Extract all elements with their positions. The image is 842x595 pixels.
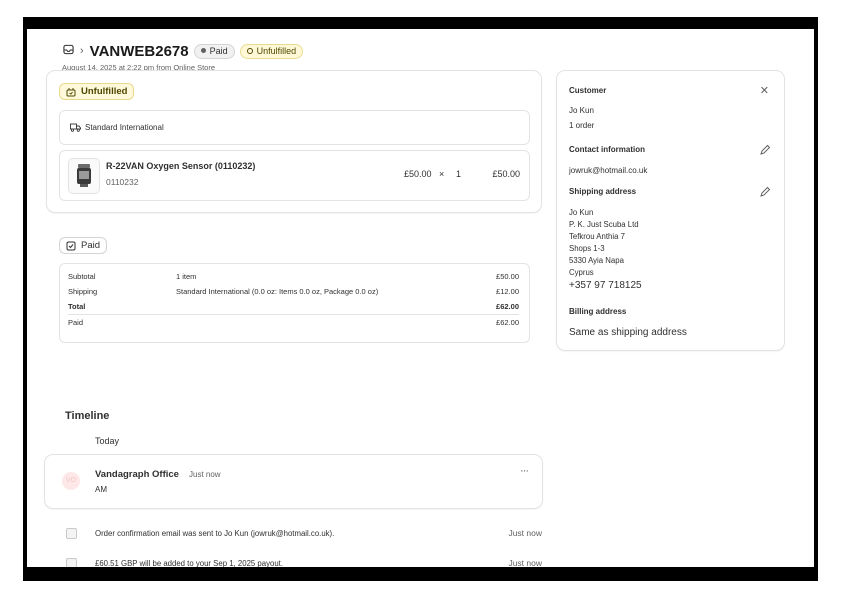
customer-title: Customer — [569, 86, 607, 95]
orders-icon[interactable] — [63, 42, 74, 60]
divider — [68, 314, 519, 315]
timeline-event: Order confirmation email was sent to Jo … — [27, 526, 547, 540]
receipt-check-icon — [66, 241, 76, 250]
payment-row-label: Paid — [68, 318, 84, 327]
payment-row-label: Shipping — [68, 287, 98, 296]
fulfillment-status-badge: Unfulfilled — [239, 43, 304, 59]
oxygen-sensor-image — [77, 164, 91, 187]
status-ring-icon — [246, 47, 253, 54]
line-item-box: R-22VAN Oxygen Sensor (0110232) 0110232 … — [59, 150, 530, 201]
event-marker-icon — [66, 558, 77, 567]
address-line: Shops 1-3 — [569, 244, 605, 253]
comment-author: Vandagraph Office — [95, 469, 179, 480]
customer-phone: +357 97 718125 — [569, 280, 642, 291]
customer-email-link[interactable]: jowruk@hotmail.co.uk — [569, 166, 647, 175]
event-text: Order confirmation email was sent to Jo … — [95, 529, 335, 538]
address-line: Jo Kun — [569, 208, 594, 217]
avatar: VO — [62, 472, 80, 490]
payment-row-amount: £50.00 — [496, 272, 519, 281]
customer-card: Customer ✕ Jo Kun 1 order Contact inform… — [557, 71, 784, 350]
shipping-address-title: Shipping address — [569, 187, 637, 196]
contact-info-title: Contact information — [569, 145, 645, 154]
billing-address-title: Billing address — [569, 307, 627, 316]
payment-row-label: Subtotal — [68, 272, 96, 281]
payment-row: Subtotal 1 item £50.00 — [68, 272, 519, 284]
payment-row-amount: £62.00 — [496, 318, 519, 327]
close-icon[interactable]: ✕ — [760, 84, 769, 97]
payment-row-label: Total — [68, 302, 86, 311]
unfulfilled-badge: Unfulfilled — [59, 83, 135, 100]
payment-status-badge: Paid — [193, 43, 235, 59]
timeline-day-label: Today — [95, 436, 120, 446]
screenshot-frame: › VANWEB2678 Paid Unfulfilled August 14,… — [23, 17, 818, 581]
comment-time: Just now — [189, 470, 221, 479]
payment-card: Paid Subtotal 1 item £50.00 Shipping Sta… — [47, 226, 541, 368]
timeline-comment-card: VO Vandagraph Office Just now AM ··· — [45, 455, 542, 508]
event-time: Just now — [508, 528, 542, 538]
payment-row-detail: Standard International (0.0 oz: Items 0.… — [176, 287, 379, 296]
page-title: VANWEB2678 — [89, 42, 189, 60]
address-line: 5330 Ayia Napa — [569, 256, 624, 265]
truck-icon — [70, 123, 81, 132]
payment-row-amount: £62.00 — [496, 302, 519, 311]
product-title-link[interactable]: R-22VAN Oxygen Sensor (0110232) — [106, 161, 255, 171]
shipping-method-label: Standard International — [85, 123, 164, 132]
address-line: Cyprus — [569, 268, 594, 277]
address-line: P. K. Just Scuba Ltd — [569, 220, 639, 229]
status-dot-icon — [200, 48, 206, 53]
event-text: £60.51 GBP will be added to your Sep 1, … — [95, 559, 283, 567]
customer-orders-link[interactable]: 1 order — [569, 121, 594, 130]
paid-badge: Paid — [59, 237, 108, 254]
event-time: Just now — [508, 558, 542, 567]
payment-row: Shipping Standard International (0.0 oz:… — [68, 287, 519, 299]
payment-row-detail: 1 item — [176, 272, 197, 281]
page-header: › VANWEB2678 Paid Unfulfilled — [63, 42, 304, 60]
edit-contact-pencil-icon[interactable] — [759, 144, 771, 156]
fulfillment-status-label: Unfulfilled — [256, 45, 297, 56]
chevron-right-icon: › — [80, 45, 84, 57]
unfulfilled-badge-label: Unfulfilled — [81, 86, 128, 97]
avatar-initials: VO — [65, 477, 77, 484]
payment-row: Paid £62.00 — [68, 318, 519, 330]
fulfillment-box-icon — [66, 87, 76, 96]
fulfillment-card: Unfulfilled Standard International R-22V… — [47, 71, 541, 212]
address-line: Tefkrou Anthia 7 — [569, 232, 625, 241]
timeline-event: £60.51 GBP will be added to your Sep 1, … — [27, 556, 547, 567]
shipping-address-block: Jo Kun P. K. Just Scuba Ltd Tefkrou Anth… — [569, 207, 639, 279]
product-sku: 0110232 — [106, 177, 139, 187]
payment-summary-box: Subtotal 1 item £50.00 Shipping Standard… — [59, 263, 530, 343]
quantity: 1 — [456, 169, 462, 179]
payment-status-label: Paid — [209, 45, 228, 56]
paid-badge-label: Paid — [81, 240, 101, 251]
unit-price: £50.00 — [404, 169, 432, 179]
customer-name-link[interactable]: Jo Kun — [569, 106, 594, 115]
line-total: £50.00 — [492, 169, 520, 179]
product-thumbnail[interactable] — [68, 158, 100, 194]
shipping-method-box: Standard International — [59, 110, 530, 145]
payment-row-total: Total £62.00 — [68, 302, 519, 314]
more-actions-icon[interactable]: ··· — [520, 465, 529, 477]
edit-address-pencil-icon[interactable] — [759, 186, 771, 198]
order-page: › VANWEB2678 Paid Unfulfilled August 14,… — [27, 29, 814, 567]
payment-row-amount: £12.00 — [496, 287, 519, 296]
times-symbol: × — [439, 169, 445, 179]
event-marker-icon — [66, 528, 77, 539]
comment-body: AM — [95, 485, 107, 494]
timeline-title: Timeline — [65, 410, 110, 422]
billing-address-value: Same as shipping address — [569, 327, 687, 338]
